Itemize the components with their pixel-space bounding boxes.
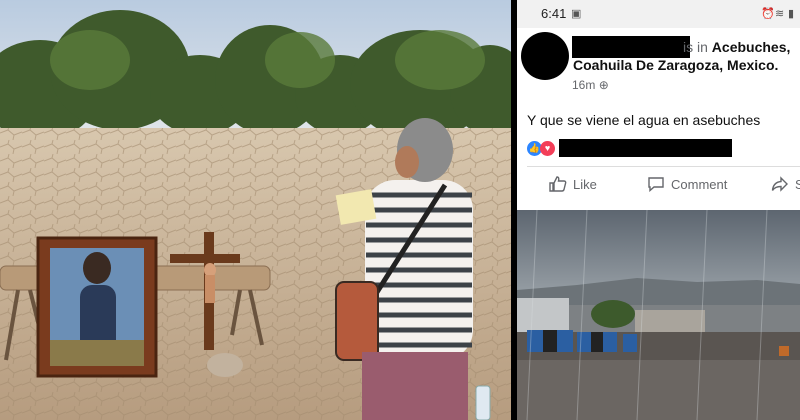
love-reaction-icon: ♥ xyxy=(540,140,555,156)
location-line2[interactable]: Coahuila De Zaragoza, Mexico. xyxy=(573,57,778,73)
share-button[interactable]: S xyxy=(771,176,800,192)
reactions-redaction-bar xyxy=(559,139,732,157)
comment-icon xyxy=(648,177,664,192)
signal-icon: ▮ xyxy=(788,8,795,20)
post-card: is in Acebuches, Coahuila De Zaragoza, M… xyxy=(517,28,800,210)
alarm-icon: ⏰ xyxy=(761,8,775,20)
avatar-redacted[interactable] xyxy=(521,32,569,80)
status-time: 6:41 xyxy=(541,6,567,21)
like-icon xyxy=(549,176,567,192)
is-in-text: is in xyxy=(683,39,708,55)
like-label: Like xyxy=(573,176,597,192)
divider-line xyxy=(527,166,800,167)
wifi-icon: ≋ xyxy=(775,8,785,20)
rain-storm-photo[interactable] xyxy=(517,209,800,420)
reactions-row[interactable]: 👍 ♥ xyxy=(527,139,732,157)
notification-icon: ▣ xyxy=(571,8,582,20)
comment-button[interactable]: Comment xyxy=(647,176,727,192)
post-text: Y que se viene el agua en asebuches xyxy=(527,112,761,128)
post-actions: Like Comment S xyxy=(517,170,800,204)
phone-status-bar: 6:41 ▣ ⏰ ≋ ▮ xyxy=(517,0,800,28)
share-label: S xyxy=(795,176,800,192)
share-icon xyxy=(771,176,788,192)
post-time[interactable]: 16m xyxy=(572,78,595,92)
drought-prayer-photo xyxy=(0,0,511,420)
facebook-post-screenshot: 6:41 ▣ ⏰ ≋ ▮ is in Acebuches, Coahuila D… xyxy=(517,0,800,420)
globe-icon: ⊕ xyxy=(598,78,609,92)
post-meta: 16m ⊕ xyxy=(572,78,609,92)
meme-collage: 6:41 ▣ ⏰ ≋ ▮ is in Acebuches, Coahuila D… xyxy=(0,0,800,420)
like-button[interactable]: Like xyxy=(549,176,597,192)
location-line1[interactable]: Acebuches, xyxy=(712,39,791,55)
post-header: is in Acebuches, Coahuila De Zaragoza, M… xyxy=(573,38,799,74)
comment-label: Comment xyxy=(671,176,728,192)
